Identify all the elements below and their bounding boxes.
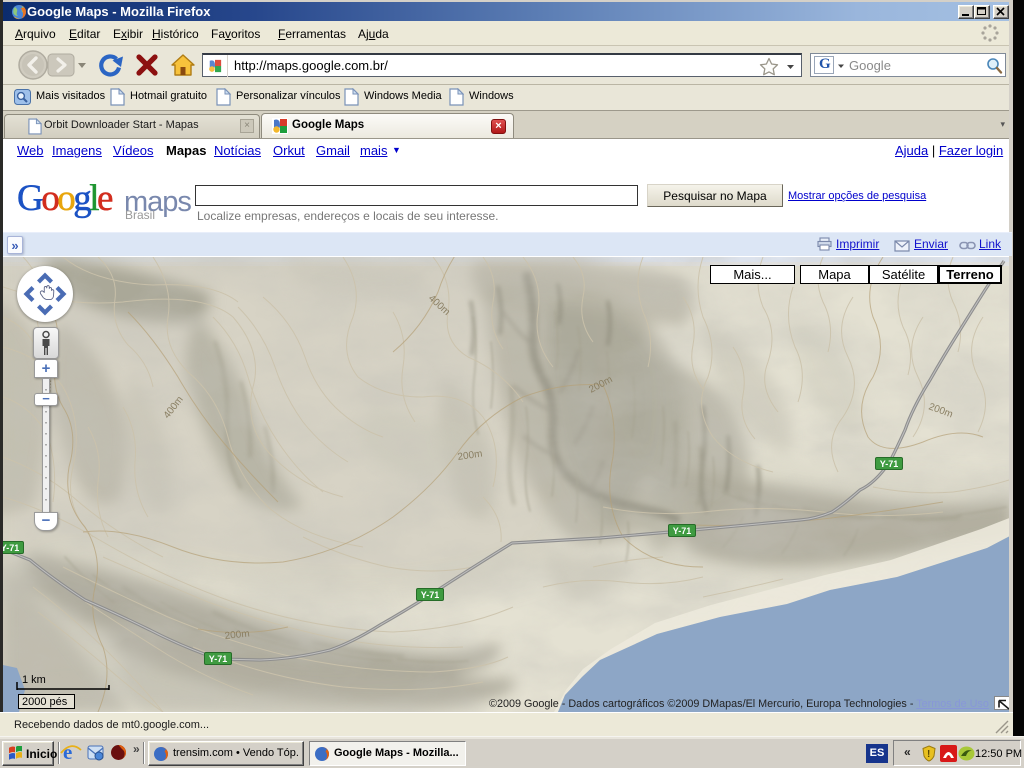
svg-text:!: ! (927, 749, 930, 760)
